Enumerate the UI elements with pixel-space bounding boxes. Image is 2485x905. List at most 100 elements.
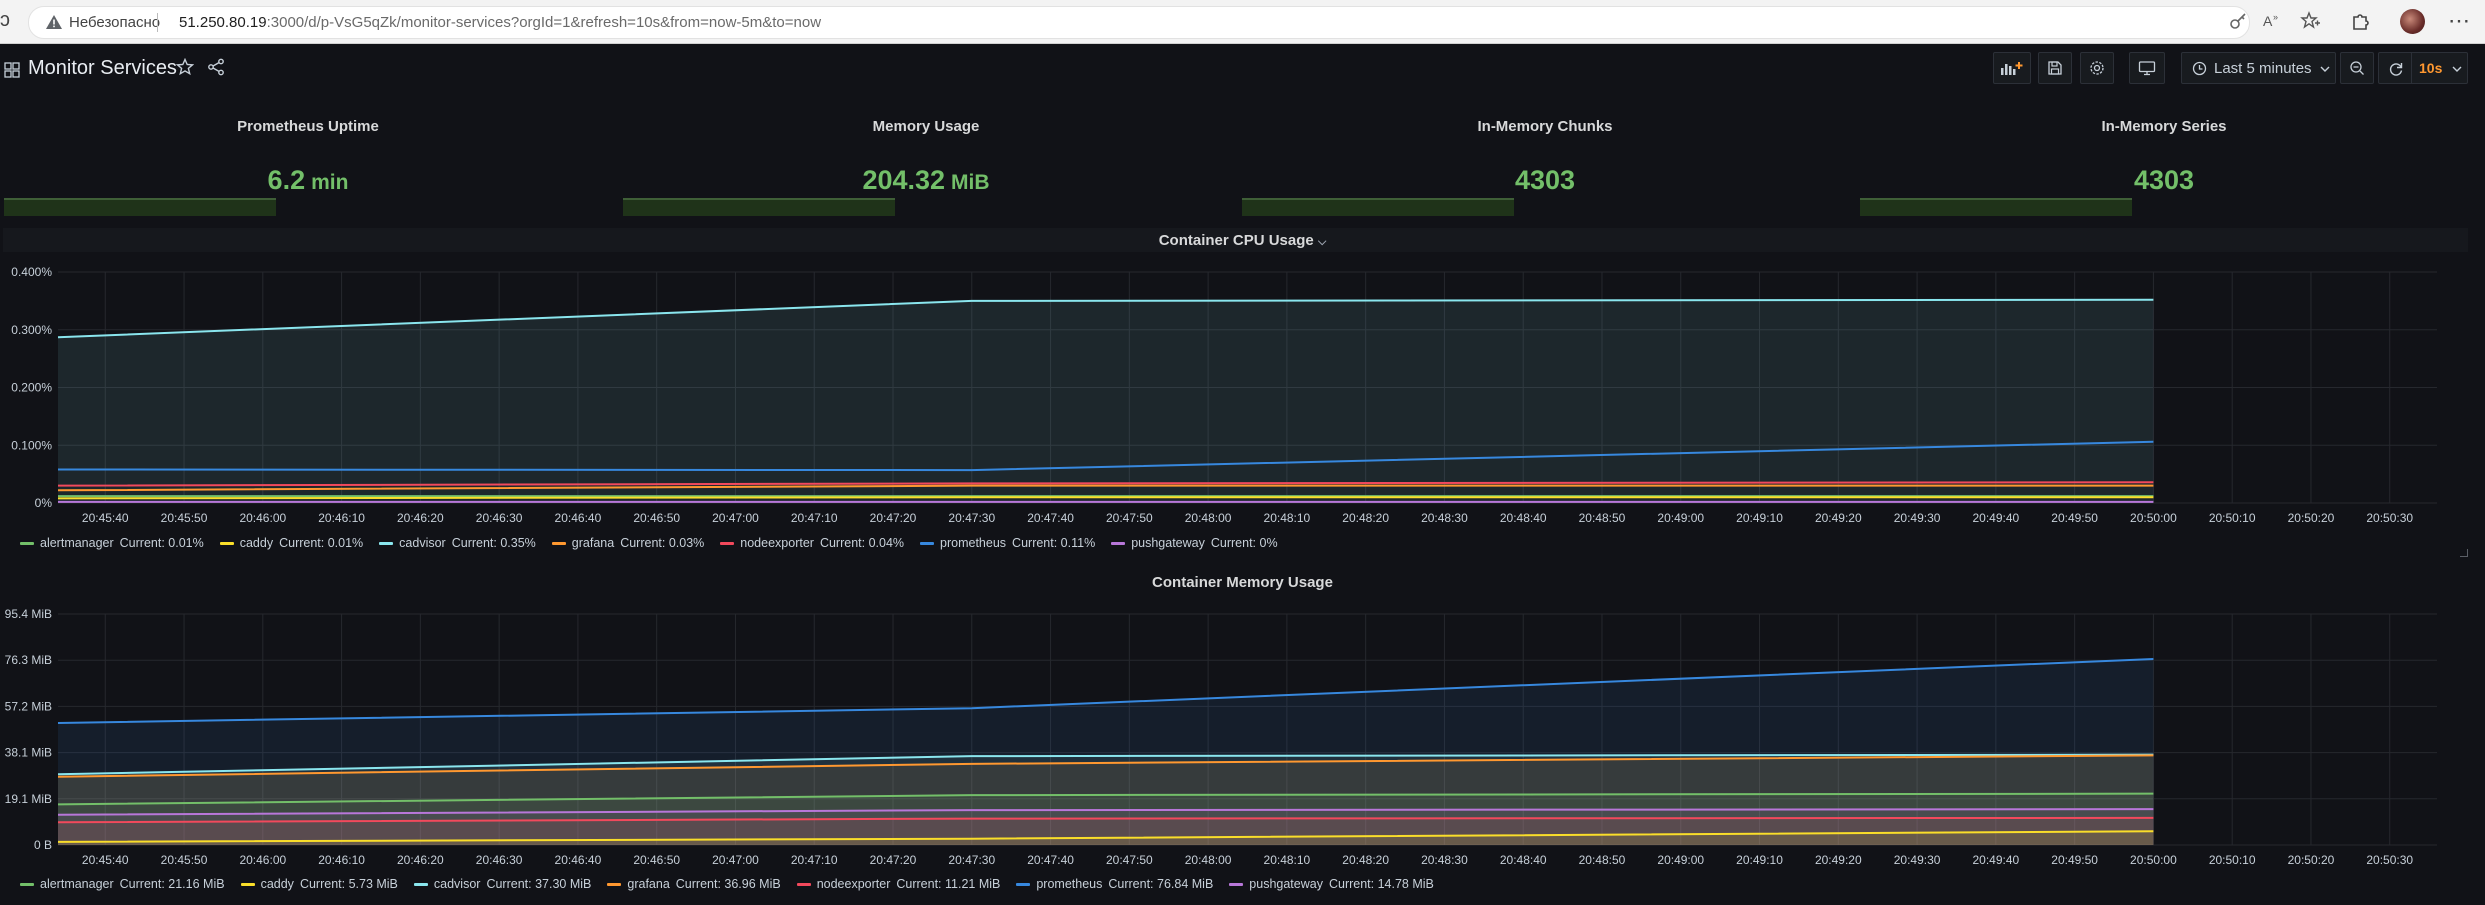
x-tick-label: 20:48:50 bbox=[1579, 853, 1626, 867]
more-menu-icon[interactable]: ⋯ bbox=[2448, 8, 2471, 34]
sparkline bbox=[1242, 198, 1514, 216]
x-tick-label: 20:47:30 bbox=[948, 853, 995, 867]
sparkline bbox=[1860, 198, 2132, 216]
legend-series-name: grafana bbox=[627, 877, 670, 891]
legend-series-name: caddy bbox=[260, 877, 294, 891]
refresh-divider bbox=[2411, 53, 2412, 83]
legend-item-grafana[interactable]: grafana Current: 0.03% bbox=[551, 536, 704, 550]
url-host: 51.250.80.19 bbox=[179, 14, 267, 31]
profile-avatar[interactable] bbox=[2400, 9, 2425, 34]
x-tick-label: 20:46:40 bbox=[555, 853, 602, 867]
series-area-cadvisor bbox=[58, 299, 2154, 503]
legend-current-value: Current: 0.01% bbox=[119, 536, 204, 550]
legend-current-value: Current: 0.11% bbox=[1012, 536, 1096, 550]
legend-color-line bbox=[20, 883, 34, 887]
legend-item-cadvisor[interactable]: cadvisor Current: 0.35% bbox=[379, 536, 536, 550]
legend-series-name: nodeexporter bbox=[816, 877, 891, 891]
x-tick-label: 20:46:00 bbox=[239, 511, 286, 525]
legend-series-name: nodeexporter bbox=[740, 536, 814, 550]
zoom-out-button[interactable] bbox=[2340, 52, 2374, 84]
x-tick-label: 20:48:30 bbox=[1421, 853, 1468, 867]
add-panel-button[interactable] bbox=[1993, 52, 2031, 84]
refresh-interval[interactable]: 10s bbox=[2419, 60, 2442, 76]
star-icon[interactable] bbox=[176, 58, 194, 76]
legend-item-caddy[interactable]: caddy Current: 5.73 MiB bbox=[240, 877, 398, 891]
chevron-down-icon bbox=[2320, 66, 2330, 72]
x-tick-label: 20:48:30 bbox=[1421, 511, 1468, 525]
legend-item-caddy[interactable]: caddy Current: 0.01% bbox=[219, 536, 363, 550]
stat-title: In-Memory Series bbox=[2101, 118, 2227, 135]
favorites-icon[interactable] bbox=[2300, 11, 2320, 31]
x-tick-label: 20:49:50 bbox=[2051, 511, 2098, 525]
x-tick-label: 20:49:40 bbox=[1973, 511, 2020, 525]
legend-current-value: Current: 21.16 MiB bbox=[119, 877, 225, 891]
save-dashboard-button[interactable] bbox=[2038, 52, 2072, 84]
legend-item-prometheus[interactable]: prometheus Current: 76.84 MiB bbox=[1016, 877, 1213, 891]
x-tick-label: 20:48:40 bbox=[1500, 511, 1547, 525]
y-tick-label: 57.2 MiB bbox=[5, 699, 52, 713]
stat-value: 4303 bbox=[1245, 165, 1845, 196]
cpu-panel-title[interactable]: Container CPU Usage ⌵ bbox=[0, 232, 2485, 249]
chevron-down-icon[interactable]: ⌵ bbox=[1318, 236, 1326, 248]
x-tick-label: 20:46:10 bbox=[318, 511, 365, 525]
y-tick-label: 0 B bbox=[34, 838, 52, 852]
security-label[interactable]: Небезопасно bbox=[69, 14, 160, 31]
series-line-caddy[interactable] bbox=[57, 496, 2154, 500]
dashboard-title[interactable]: Monitor Services bbox=[28, 57, 177, 80]
x-tick-label: 20:46:50 bbox=[633, 511, 680, 525]
svg-text:A: A bbox=[2263, 13, 2273, 29]
legend-color-line bbox=[920, 542, 935, 546]
x-tick-label: 20:48:40 bbox=[1500, 853, 1547, 867]
reload-icon[interactable]: ↄ bbox=[0, 9, 10, 32]
x-tick-label: 20:50:20 bbox=[2288, 853, 2335, 867]
y-tick-label: 0.400% bbox=[11, 265, 52, 279]
legend-current-value: Current: 0.04% bbox=[819, 536, 905, 550]
read-aloud-icon[interactable]: A» bbox=[2262, 11, 2282, 31]
legend-item-pushgateway[interactable]: pushgateway Current: 0% bbox=[1111, 536, 1278, 550]
legend-item-pushgateway[interactable]: pushgateway Current: 14.78 MiB bbox=[1229, 877, 1434, 891]
stat-title: Memory Usage bbox=[872, 118, 980, 135]
memory-panel-title[interactable]: Container Memory Usage bbox=[0, 574, 2485, 591]
legend-series-name: cadvisor bbox=[433, 877, 481, 891]
y-tick-label: 0.100% bbox=[11, 438, 52, 452]
cpu-usage-chart[interactable]: 0% 0.100% 0.200% 0.300% 0.400% 20:45:40 20:45:… bbox=[0, 262, 2485, 532]
y-tick-label: 0% bbox=[35, 496, 53, 510]
stat-number: 4303 bbox=[2133, 165, 2195, 195]
url-text[interactable]: 51.250.80.19:3000/d/p-VsG5qZk/monitor-se… bbox=[179, 14, 821, 31]
legend-item-nodeexporter[interactable]: nodeexporter Current: 11.21 MiB bbox=[796, 877, 1000, 891]
legend-series-name: pushgateway bbox=[1249, 877, 1323, 891]
legend-color-line bbox=[240, 883, 255, 887]
time-range-picker[interactable]: Last 5 minutes bbox=[2181, 52, 2336, 84]
x-tick-label: 20:48:50 bbox=[1579, 511, 1626, 525]
x-tick-label: 20:45:40 bbox=[82, 511, 129, 525]
legend-item-alertmanager[interactable]: alertmanager Current: 0.01% bbox=[20, 536, 204, 550]
refresh-picker[interactable]: 10s bbox=[2378, 52, 2468, 84]
memory-usage-chart[interactable]: 0 B 19.1 MiB 38.1 MiB 57.2 MiB 76.3 MiB 95.4 … bbox=[0, 604, 2485, 876]
legend-current-value: Current: 14.78 MiB bbox=[1328, 877, 1434, 891]
x-tick-label: 20:45:40 bbox=[82, 853, 129, 867]
key-icon[interactable] bbox=[2228, 11, 2248, 31]
x-tick-label: 20:47:50 bbox=[1106, 853, 1153, 867]
share-icon[interactable] bbox=[207, 58, 225, 76]
dashboard-grid-icon[interactable] bbox=[4, 62, 20, 78]
stat-unit: min bbox=[311, 171, 349, 194]
x-tick-label: 20:48:10 bbox=[1264, 853, 1311, 867]
dashboard-settings-button[interactable] bbox=[2080, 52, 2114, 84]
y-tick-label: 0.200% bbox=[11, 381, 52, 395]
stat-value: 4303 bbox=[1864, 165, 2464, 196]
legend-item-cadvisor[interactable]: cadvisor Current: 37.30 MiB bbox=[413, 877, 591, 891]
legend-item-grafana[interactable]: grafana Current: 36.96 MiB bbox=[607, 877, 781, 891]
x-tick-label: 20:46:50 bbox=[633, 853, 680, 867]
x-tick-label: 20:50:30 bbox=[2366, 853, 2413, 867]
extensions-icon[interactable] bbox=[2350, 11, 2370, 31]
clock-icon bbox=[2192, 61, 2207, 76]
legend-current-value: Current: 36.96 MiB bbox=[675, 877, 781, 891]
svg-text:»: » bbox=[2273, 12, 2278, 22]
tv-mode-button[interactable] bbox=[2129, 52, 2165, 84]
legend-item-nodeexporter[interactable]: nodeexporter Current: 0.04% bbox=[720, 536, 904, 550]
address-bar[interactable]: Небезопасно 51.250.80.19:3000/d/p-VsG5qZ… bbox=[28, 6, 2250, 39]
legend-item-prometheus[interactable]: prometheus Current: 0.11% bbox=[920, 536, 1095, 550]
legend-item-alertmanager[interactable]: alertmanager Current: 21.16 MiB bbox=[20, 877, 225, 891]
x-tick-label: 20:46:10 bbox=[318, 853, 365, 867]
panel-resize-handle[interactable] bbox=[2460, 549, 2468, 557]
